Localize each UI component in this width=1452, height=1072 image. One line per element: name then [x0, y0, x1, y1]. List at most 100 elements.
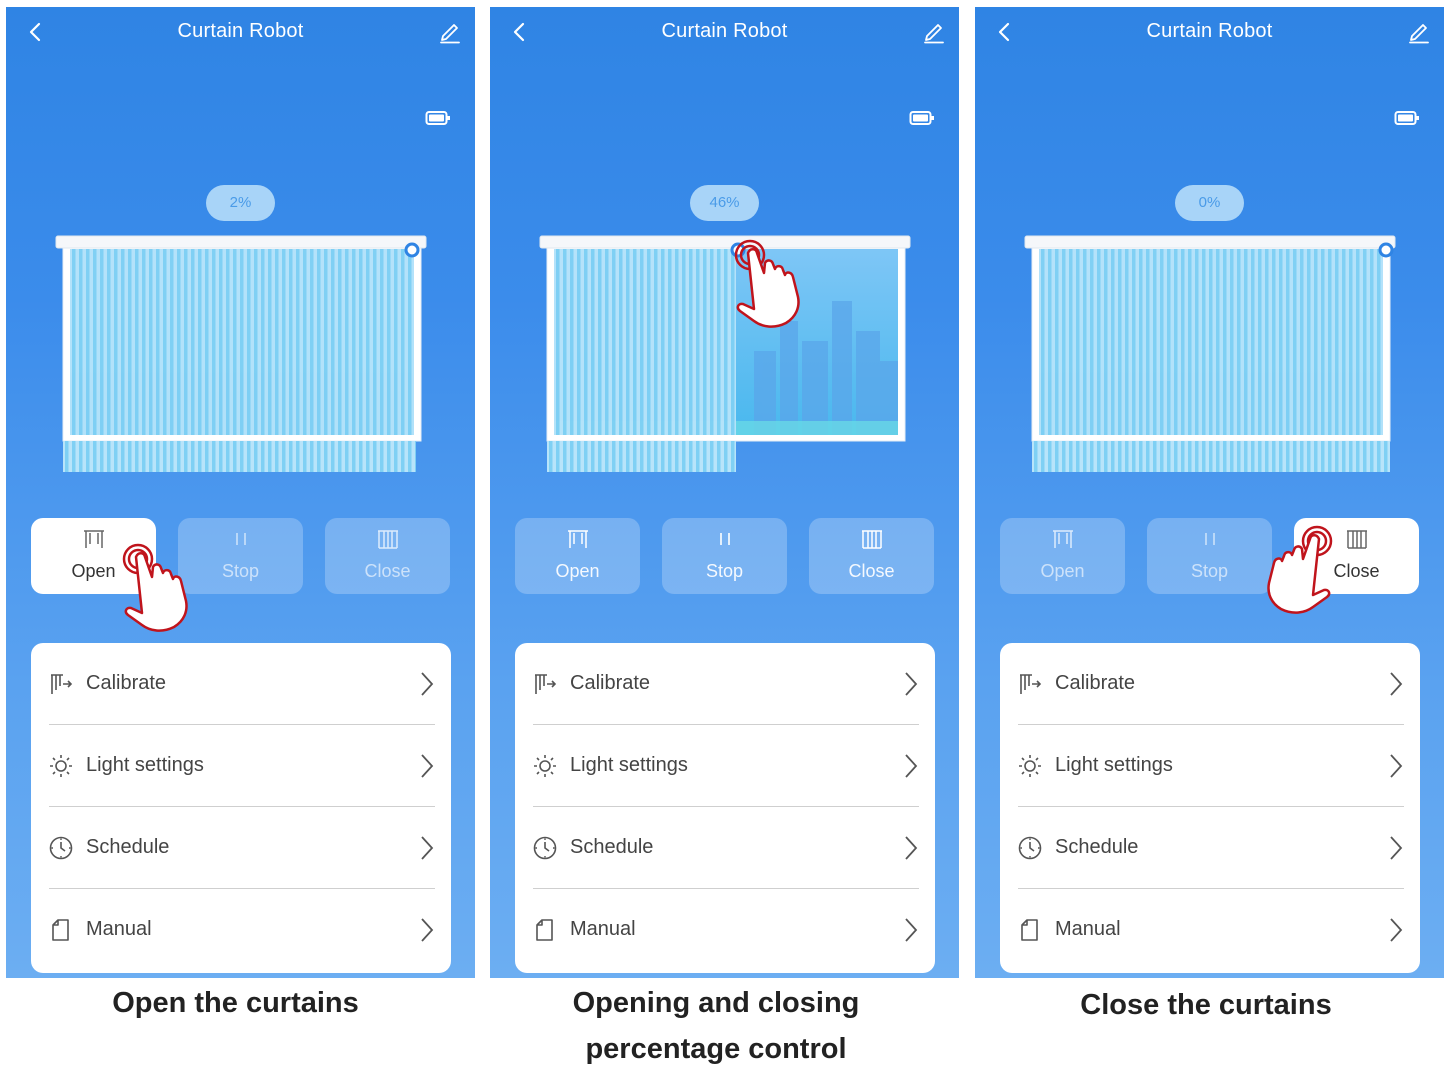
close-button[interactable]: Close — [1294, 518, 1419, 594]
manual-label: Manual — [570, 918, 636, 940]
calibrate-icon — [535, 674, 557, 694]
open-button[interactable]: Open — [31, 518, 156, 594]
control-buttons: Open Stop Close — [515, 518, 935, 594]
light-settings-label: Light settings — [570, 754, 688, 776]
chevron-right-icon — [905, 836, 918, 860]
edit-icon[interactable] — [921, 19, 947, 45]
clock-icon — [533, 836, 557, 860]
caption-close: Close the curtains — [1080, 989, 1332, 1021]
caption-open: Open the curtains — [112, 987, 359, 1019]
stop-button[interactable]: Stop — [1147, 518, 1272, 594]
edit-icon[interactable] — [437, 19, 463, 45]
open-button[interactable]: Open — [515, 518, 640, 594]
page-title: Curtain Robot — [1146, 20, 1273, 42]
battery-icon — [1394, 111, 1419, 125]
position-percent-badge: 2% — [206, 185, 275, 221]
stop-label: Stop — [1190, 561, 1229, 581]
settings-menu: Calibrate Light settings Schedule Manual — [1000, 643, 1420, 973]
settings-menu: Calibrate Light settings Schedule Manual — [515, 643, 935, 973]
close-button[interactable]: Close — [325, 518, 450, 594]
chevron-right-icon — [1390, 836, 1403, 860]
chevron-right-icon — [1390, 672, 1403, 696]
menu-item-schedule[interactable]: Schedule — [1000, 807, 1420, 889]
menu-item-manual[interactable]: Manual — [31, 889, 451, 971]
curtain-illustration[interactable] — [50, 231, 430, 481]
open-label: Open — [71, 561, 116, 581]
curtain-graphic — [55, 235, 427, 472]
close-button[interactable]: Close — [809, 518, 934, 594]
caption-percent-line2: percentage control — [585, 1033, 847, 1065]
stop-button[interactable]: Stop — [178, 518, 303, 594]
calibrate-label: Calibrate — [570, 672, 651, 694]
open-curtain-icon — [83, 530, 104, 548]
calibrate-label: Calibrate — [86, 672, 167, 694]
calibrate-icon — [51, 674, 73, 694]
sun-icon — [1019, 755, 1041, 777]
menu-item-calibrate[interactable]: Calibrate — [31, 643, 451, 725]
schedule-label: Schedule — [570, 836, 654, 858]
menu-item-light-settings[interactable]: Light settings — [31, 725, 451, 807]
menu-item-manual[interactable]: Manual — [515, 889, 935, 971]
menu-item-light-settings[interactable]: Light settings — [1000, 725, 1420, 807]
position-percent-badge: 0% — [1175, 185, 1244, 221]
light-settings-label: Light settings — [86, 754, 204, 776]
curtain-graphic — [1024, 235, 1396, 472]
pause-icon — [235, 533, 246, 545]
close-label: Close — [848, 561, 895, 581]
page-title: Curtain Robot — [661, 20, 788, 42]
close-curtain-icon — [861, 530, 882, 549]
close-label: Close — [364, 561, 411, 581]
document-icon — [1021, 919, 1038, 941]
close-curtain-icon — [377, 530, 398, 549]
phone-screen-open: Curtain Robot 2% Open Stop Close Calibra… — [6, 7, 475, 978]
document-icon — [536, 919, 553, 941]
open-button[interactable]: Open — [1000, 518, 1125, 594]
menu-item-light-settings[interactable]: Light settings — [515, 725, 935, 807]
open-label: Open — [555, 561, 600, 581]
stop-label: Stop — [221, 561, 260, 581]
phone-screen-close: Curtain Robot 0% Open Stop Close Calibra… — [975, 7, 1444, 978]
close-curtain-icon — [1346, 530, 1367, 549]
battery-icon — [909, 111, 934, 125]
menu-item-calibrate[interactable]: Calibrate — [515, 643, 935, 725]
menu-item-schedule[interactable]: Schedule — [515, 807, 935, 889]
page-title: Curtain Robot — [177, 20, 304, 42]
chevron-right-icon — [421, 754, 434, 778]
curtain-graphic — [539, 235, 911, 472]
chevron-right-icon — [421, 672, 434, 696]
sun-icon — [50, 755, 72, 777]
curtain-illustration[interactable] — [1019, 231, 1399, 481]
position-percent-badge: 46% — [690, 185, 759, 221]
edit-icon[interactable] — [1406, 19, 1432, 45]
pause-icon — [719, 533, 730, 545]
chevron-right-icon — [905, 918, 918, 942]
menu-item-schedule[interactable]: Schedule — [31, 807, 451, 889]
open-label: Open — [1040, 561, 1085, 581]
control-buttons: Open Stop Close — [1000, 518, 1420, 594]
manual-label: Manual — [1055, 918, 1121, 940]
control-buttons: Open Stop Close — [31, 518, 451, 594]
open-curtain-icon — [567, 530, 588, 548]
schedule-label: Schedule — [86, 836, 170, 858]
schedule-label: Schedule — [1055, 836, 1139, 858]
light-settings-label: Light settings — [1055, 754, 1173, 776]
menu-item-manual[interactable]: Manual — [1000, 889, 1420, 971]
clock-icon — [1018, 836, 1042, 860]
menu-item-calibrate[interactable]: Calibrate — [1000, 643, 1420, 725]
pause-icon — [1204, 533, 1215, 545]
chevron-right-icon — [905, 672, 918, 696]
close-label: Close — [1333, 561, 1380, 581]
top-bar: Curtain Robot — [490, 7, 959, 57]
stop-button[interactable]: Stop — [662, 518, 787, 594]
chevron-right-icon — [1390, 918, 1403, 942]
document-icon — [52, 919, 69, 941]
manual-label: Manual — [86, 918, 152, 940]
caption-percent-line1: Opening and closing — [572, 987, 860, 1019]
phone-screen-percent: Curtain Robot 46% Open Stop Close Calibr… — [490, 7, 959, 978]
clock-icon — [49, 836, 73, 860]
sun-icon — [534, 755, 556, 777]
chevron-right-icon — [421, 918, 434, 942]
curtain-illustration[interactable] — [534, 231, 914, 481]
battery-icon — [425, 111, 450, 125]
settings-menu: Calibrate Light settings Schedule Manual — [31, 643, 451, 973]
